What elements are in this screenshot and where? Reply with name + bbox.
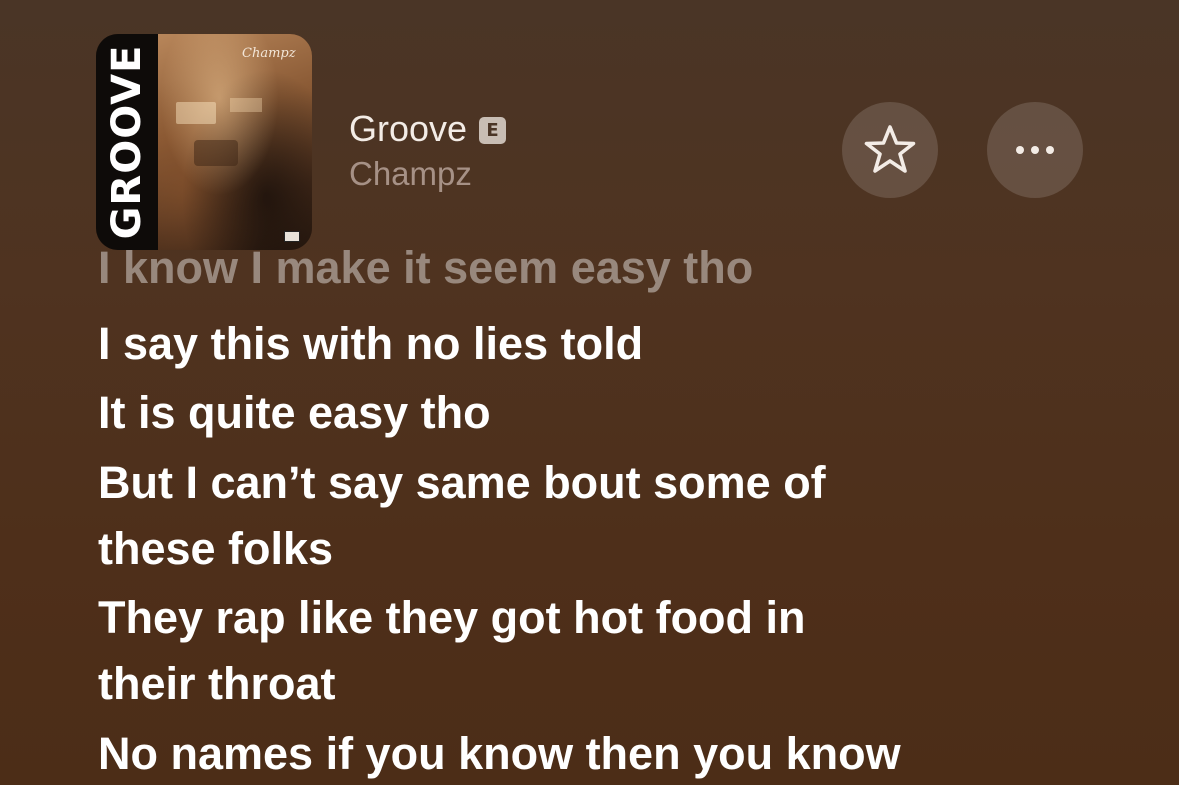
lyric-line[interactable]: I say this with no lies told: [98, 318, 643, 370]
ellipsis-icon: [1016, 146, 1054, 154]
artwork-spine: GROOVE: [96, 34, 158, 250]
lyric-line[interactable]: their throat: [98, 658, 336, 710]
parental-advisory-badge: [284, 231, 300, 242]
lyric-line[interactable]: They rap like they got hot food in: [98, 592, 806, 644]
lyric-line-past[interactable]: I know I make it seem easy tho: [98, 250, 753, 294]
more-options-button[interactable]: [987, 102, 1083, 198]
artist-name[interactable]: Champz: [349, 155, 472, 193]
artwork-photo: [158, 34, 312, 250]
lyric-line[interactable]: No names if you know then you know: [98, 728, 901, 780]
lyric-line[interactable]: But I can’t say same bout some of: [98, 457, 826, 509]
lyric-line[interactable]: It is quite easy tho: [98, 387, 491, 439]
track-title[interactable]: Groove: [349, 108, 467, 150]
explicit-badge: E: [479, 116, 507, 144]
artwork-spine-text: GROOVE: [104, 44, 150, 240]
album-artwork[interactable]: GROOVE Champz: [96, 34, 312, 250]
favorite-button[interactable]: [842, 102, 938, 198]
lyric-line[interactable]: these folks: [98, 523, 333, 575]
artwork-signature: Champz: [242, 46, 296, 61]
track-title-row: Groove E: [349, 108, 507, 150]
lyric-past-line-container: I know I make it seem easy tho: [98, 250, 1098, 300]
star-icon: [863, 124, 917, 176]
